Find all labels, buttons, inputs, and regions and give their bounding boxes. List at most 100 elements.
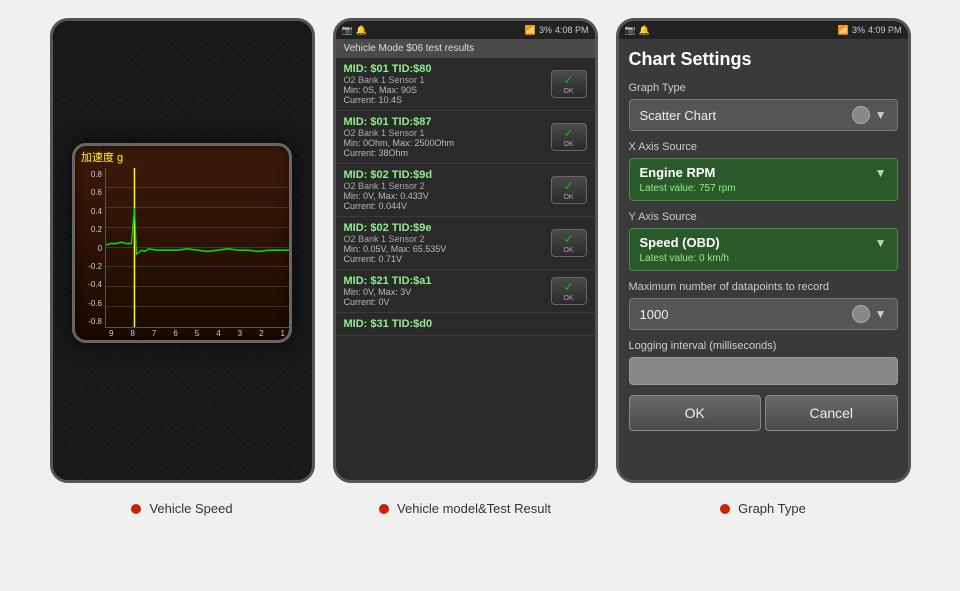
- test-mid-1: MID: $01 TID:$80: [344, 63, 551, 75]
- ok-button-4[interactable]: ✓ OK: [551, 229, 587, 257]
- panel-vehicle-speed: 加速度 g 0.8 0.6 0.4 0.2 0 -0.2 -0.4 -0.6 -…: [50, 18, 315, 483]
- y-axis-latest: Latest value: 0 km/h: [640, 253, 887, 264]
- graph-type-value: Scatter Chart: [640, 108, 717, 123]
- ok-check-1: ✓: [563, 73, 573, 87]
- chevron-down-icon-1: ▼: [875, 108, 887, 122]
- ok-text-2: OK: [563, 141, 573, 148]
- ok-button-5[interactable]: ✓ OK: [551, 277, 587, 305]
- y-label-06: 0.6: [91, 188, 102, 197]
- panel-chart-settings: 📷 🔔 📶 3% 4:09 PM Chart Settings Graph Ty…: [616, 18, 911, 483]
- chart-widget: 加速度 g 0.8 0.6 0.4 0.2 0 -0.2 -0.4 -0.6 -…: [72, 143, 292, 343]
- test-sensor-2: O2 Bank 1 Sensor 1: [344, 128, 551, 138]
- y-axis-label: Y Axis Source: [629, 211, 898, 223]
- test-range-3: Min: 0V, Max: 0.433V: [344, 191, 551, 201]
- chart-svg: [106, 168, 289, 327]
- phone-frame-3: 📷 🔔 📶 3% 4:09 PM Chart Settings Graph Ty…: [616, 18, 911, 483]
- test-item-info-5: MID: $21 TID:$a1 Min: 0V, Max: 3V Curren…: [344, 275, 551, 307]
- max-datapoints-label: Maximum number of datapoints to record: [629, 281, 898, 293]
- status-bar-right-3: 📶 3% 4:09 PM: [838, 25, 902, 36]
- y-label-neg06: -0.6: [88, 299, 102, 308]
- red-dot-3: [720, 504, 730, 514]
- graph-type-dropdown[interactable]: Scatter Chart ▼: [629, 99, 898, 131]
- label-text-2: Vehicle model&Test Result: [397, 501, 551, 516]
- chart-plot: [105, 168, 289, 328]
- ok-text-1: OK: [563, 88, 573, 95]
- test-sensor-4: O2 Bank 1 Sensor 2: [344, 234, 551, 244]
- x-axis: 9 8 7 6 5 4 3 2 1: [75, 328, 289, 340]
- dialog-buttons: OK Cancel: [629, 395, 898, 431]
- test-mid-3: MID: $02 TID:$9d: [344, 169, 551, 181]
- test-range-1: Min: 0S, Max: 90S: [344, 85, 551, 95]
- y-label-neg02: -0.2: [88, 262, 102, 271]
- logging-label: Logging interval (milliseconds): [629, 340, 898, 352]
- test-item-info-1: MID: $01 TID:$80 O2 Bank 1 Sensor 1 Min:…: [344, 63, 551, 105]
- settings-title: Chart Settings: [629, 49, 898, 70]
- ok-check-4: ✓: [563, 232, 573, 246]
- test-mid-2: MID: $01 TID:$87: [344, 116, 551, 128]
- red-dot-2: [379, 504, 389, 514]
- red-dot-1: [131, 504, 141, 514]
- chart-settings-content: Chart Settings Graph Type Scatter Chart …: [619, 39, 908, 480]
- ok-text-3: OK: [563, 194, 573, 201]
- test-current-3: Current: 0.044V: [344, 201, 551, 211]
- test-sensor-3: O2 Bank 1 Sensor 2: [344, 181, 551, 191]
- test-range-2: Min: 0Ohm, Max: 2500Ohm: [344, 138, 551, 148]
- label-text-3: Graph Type: [738, 501, 806, 516]
- status-bar-right-2: 📶 3% 4:08 PM: [525, 25, 589, 36]
- test-sensor-1: O2 Bank 1 Sensor 1: [344, 75, 551, 85]
- max-datapoints-value: 1000: [640, 307, 669, 322]
- status-bar-left-3: 📷 🔔: [625, 25, 650, 36]
- ok-text-5: OK: [563, 295, 573, 302]
- chevron-down-icon-4: ▼: [875, 307, 887, 321]
- test-range-5: Min: 0V, Max: 3V: [344, 287, 551, 297]
- test-item-3: MID: $02 TID:$9d O2 Bank 1 Sensor 2 Min:…: [336, 164, 595, 217]
- x-axis-box-header: Engine RPM ▼: [640, 165, 887, 180]
- ok-check-5: ✓: [563, 280, 573, 294]
- y-label-02: 0.2: [91, 225, 102, 234]
- ok-button-2[interactable]: ✓ OK: [551, 123, 587, 151]
- ok-button-3[interactable]: ✓ OK: [551, 176, 587, 204]
- test-item-info-6: MID: $31 TID:$d0: [344, 318, 587, 330]
- y-axis-name: Speed (OBD): [640, 235, 720, 250]
- vehicle-mode-header: Vehicle Mode $06 test results: [336, 39, 595, 58]
- test-item-6: MID: $31 TID:$d0: [336, 313, 595, 336]
- chart-title: 加速度 g: [75, 146, 289, 168]
- test-mid-5: MID: $21 TID:$a1: [344, 275, 551, 287]
- dropdown-right-2: ▼: [852, 305, 887, 323]
- ok-button-1[interactable]: ✓ OK: [551, 70, 587, 98]
- dropdown-right-1: ▼: [852, 106, 887, 124]
- ok-text-4: OK: [563, 247, 573, 254]
- test-mid-4: MID: $02 TID:$9e: [344, 222, 551, 234]
- radio-button-1[interactable]: [852, 106, 870, 124]
- radio-button-2[interactable]: [852, 305, 870, 323]
- y-label-neg08: -0.8: [88, 317, 102, 326]
- cancel-dialog-button[interactable]: Cancel: [765, 395, 898, 431]
- ok-dialog-button[interactable]: OK: [629, 395, 762, 431]
- test-mid-6: MID: $31 TID:$d0: [344, 318, 587, 330]
- x-axis-name: Engine RPM: [640, 165, 716, 180]
- test-range-4: Min: 0.05V, Max: 65.535V: [344, 244, 551, 254]
- test-list: MID: $01 TID:$80 O2 Bank 1 Sensor 1 Min:…: [336, 58, 595, 480]
- graph-type-label: Graph Type: [629, 82, 898, 94]
- y-label-neg04: -0.4: [88, 280, 102, 289]
- status-bar-2: 📷 🔔 📶 3% 4:08 PM: [336, 21, 595, 39]
- test-item-1: MID: $01 TID:$80 O2 Bank 1 Sensor 1 Min:…: [336, 58, 595, 111]
- phone-frame-2: 📷 🔔 📶 3% 4:08 PM Vehicle Mode $06 test r…: [333, 18, 598, 483]
- test-item-5: MID: $21 TID:$a1 Min: 0V, Max: 3V Curren…: [336, 270, 595, 313]
- test-current-1: Current: 10.4S: [344, 95, 551, 105]
- max-datapoints-dropdown[interactable]: 1000 ▼: [629, 298, 898, 330]
- y-axis-box[interactable]: Speed (OBD) ▼ Latest value: 0 km/h: [629, 228, 898, 271]
- label-text-1: Vehicle Speed: [149, 501, 232, 516]
- logging-input[interactable]: [629, 357, 898, 385]
- chevron-down-icon-2: ▼: [875, 166, 887, 180]
- panel-test-result: 📷 🔔 📶 3% 4:08 PM Vehicle Mode $06 test r…: [333, 18, 598, 483]
- x-axis-box[interactable]: Engine RPM ▼ Latest value: 757 rpm: [629, 158, 898, 201]
- test-item-info-3: MID: $02 TID:$9d O2 Bank 1 Sensor 2 Min:…: [344, 169, 551, 211]
- y-label-08: 0.8: [91, 170, 102, 179]
- test-current-5: Current: 0V: [344, 297, 551, 307]
- x-axis-label: X Axis Source: [629, 141, 898, 153]
- status-bar-3: 📷 🔔 📶 3% 4:09 PM: [619, 21, 908, 39]
- test-item-4: MID: $02 TID:$9e O2 Bank 1 Sensor 2 Min:…: [336, 217, 595, 270]
- x-axis-latest: Latest value: 757 rpm: [640, 183, 887, 194]
- test-item-info-2: MID: $01 TID:$87 O2 Bank 1 Sensor 1 Min:…: [344, 116, 551, 158]
